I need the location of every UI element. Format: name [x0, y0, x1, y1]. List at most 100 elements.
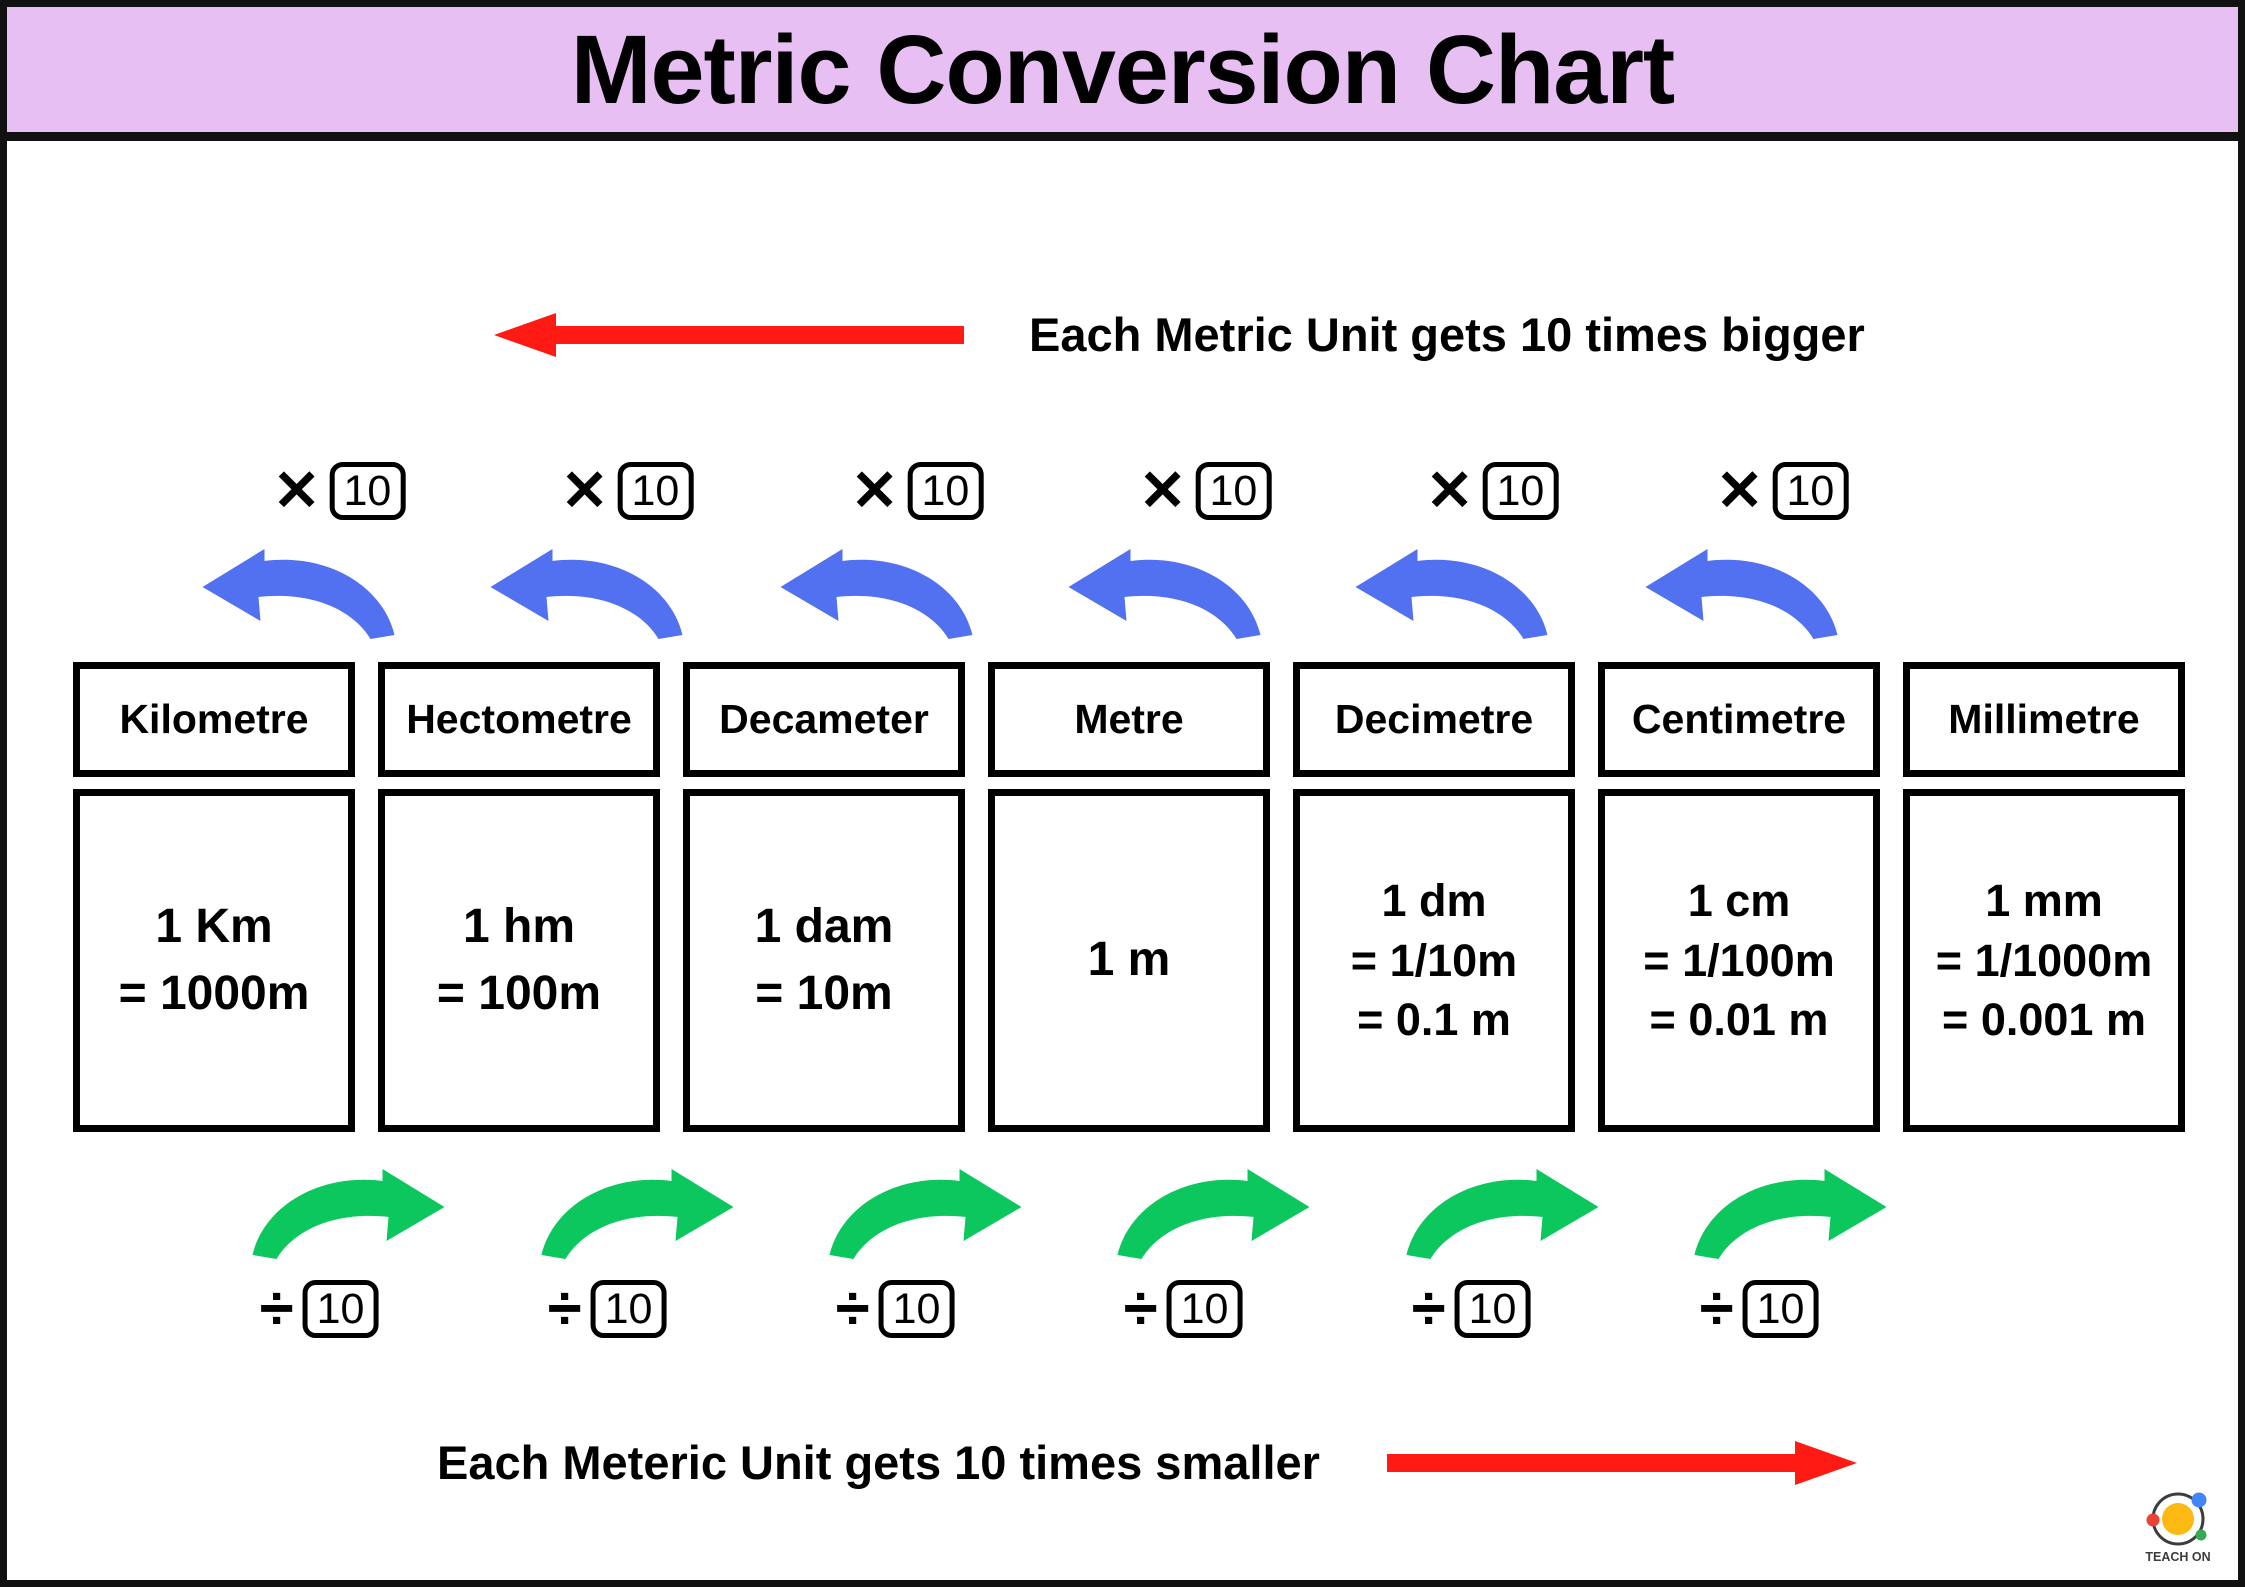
multiply-factor-box: 10	[907, 462, 984, 520]
unit-name-label: Metre	[1074, 696, 1184, 742]
unit-value-box: 1 dm = 1/10m = 0.1 m	[1293, 789, 1575, 1132]
unit-value-line: = 0.1 m	[1357, 994, 1511, 1046]
unit-value-line: = 1/1000m	[1935, 934, 2153, 986]
divide-factor-value: 10	[604, 1284, 653, 1333]
divide-factor-box: 10	[590, 1280, 667, 1338]
teach-on-logo-text: TEACH ON	[2145, 1550, 2210, 1564]
divide-marker-row: ÷ 10 ÷ 10 ÷ 10 ÷ 10 ÷ 10 ÷ 10	[7, 1272, 2238, 1346]
multiply-factor-box: 10	[1772, 462, 1849, 520]
divide-factor-box: 10	[1742, 1280, 1819, 1338]
bottom-note-row: Each Meteric Unit gets 10 times smaller	[7, 1427, 2238, 1507]
unit-value-line: 1 dam	[754, 900, 894, 954]
curved-arrow-left-icon	[490, 549, 683, 639]
title-banner: Metric Conversion Chart	[7, 7, 2238, 141]
unit-value-line: 1 hm	[462, 900, 576, 954]
unit-name-label: Millimetre	[1948, 696, 2140, 742]
divide-factor-box: 10	[1166, 1280, 1243, 1338]
divide-factor-value: 10	[1180, 1284, 1229, 1333]
multiply-factor-box: 10	[329, 462, 406, 520]
divide-sign-icon: ÷	[1411, 1274, 1446, 1343]
divide-marker: ÷ 10	[1412, 1272, 1531, 1346]
multiply-factor-value: 10	[631, 466, 680, 515]
curved-arrow-right-icon	[541, 1169, 734, 1259]
unit-column-centimetre: Centimetre 1 cm = 1/100m = 0.01 m	[1598, 662, 1880, 1132]
multiply-factor-box: 10	[617, 462, 694, 520]
multiply-sign-icon: ✕	[1715, 458, 1764, 523]
unit-value-line: = 1/100m	[1643, 934, 1835, 986]
teach-on-logo: TEACH ON	[2135, 1487, 2221, 1569]
unit-name-label: Decameter	[719, 696, 929, 742]
unit-value-line: = 0.01 m	[1649, 994, 1829, 1046]
multiply-factor-value: 10	[1209, 466, 1258, 515]
curved-arrow-right-icon	[1694, 1169, 1887, 1259]
curved-arrow-left-icon	[780, 549, 973, 639]
multiply-factor-box: 10	[1195, 462, 1272, 520]
unit-value-box: 1 mm = 1/1000m = 0.001 m	[1903, 789, 2185, 1132]
top-note-caption: Each Metric Unit gets 10 times bigger	[1029, 308, 1865, 361]
unit-column-millimetre: Millimetre 1 mm = 1/1000m = 0.001 m	[1903, 662, 2185, 1132]
unit-name-box: Hectometre	[378, 662, 660, 777]
multiply-factor-value: 10	[921, 466, 970, 515]
unit-value-box: 1 Km = 1000m	[73, 789, 355, 1132]
unit-name-box: Centimetre	[1598, 662, 1880, 777]
unit-value-line: = 0.001 m	[1942, 994, 2146, 1046]
unit-name-box: Kilometre	[73, 662, 355, 777]
divide-sign-icon: ÷	[547, 1274, 582, 1343]
unit-name-box: Decameter	[683, 662, 965, 777]
multiply-factor-box: 10	[1482, 462, 1559, 520]
unit-value-line: 1 Km	[155, 900, 273, 954]
divide-factor-box: 10	[1454, 1280, 1531, 1338]
multiply-sign-icon: ✕	[560, 458, 609, 523]
curved-arrow-left-icon	[1645, 549, 1838, 639]
multiply-sign-icon: ✕	[1425, 458, 1474, 523]
multiply-sign-icon: ✕	[850, 458, 899, 523]
multiply-factor-value: 10	[343, 466, 392, 515]
divide-factor-value: 10	[1468, 1284, 1517, 1333]
unit-value-box: 1 cm = 1/100m = 0.01 m	[1598, 789, 1880, 1132]
curved-arrow-left-icon	[1068, 549, 1261, 639]
red-left-arrow-icon	[494, 313, 964, 357]
unit-name-box: Decimetre	[1293, 662, 1575, 777]
metric-conversion-chart-poster: Metric Conversion Chart Each Metric Unit…	[0, 0, 2245, 1587]
unit-value-box: 1 m	[988, 789, 1270, 1132]
multiply-marker-row: ✕ 10 ✕ 10 ✕ 10 ✕ 10 ✕ 10 ✕ 10	[7, 454, 2238, 528]
unit-column-decimetre: Decimetre 1 dm = 1/10m = 0.1 m	[1293, 662, 1575, 1132]
unit-value-line: = 1/10m	[1350, 934, 1518, 986]
blue-arrow-row	[7, 547, 2238, 647]
unit-name-label: Decimetre	[1334, 696, 1534, 742]
multiply-sign-icon: ✕	[272, 458, 321, 523]
divide-sign-icon: ÷	[1699, 1274, 1734, 1343]
bottom-note-caption: Each Meteric Unit gets 10 times smaller	[437, 1436, 1320, 1489]
multiply-marker: ✕ 10	[1716, 454, 1849, 528]
multiply-marker: ✕ 10	[851, 454, 984, 528]
unit-value-line: 1 m	[1087, 933, 1171, 987]
multiply-marker: ✕ 10	[273, 454, 406, 528]
divide-factor-box: 10	[878, 1280, 955, 1338]
green-arrow-row	[7, 1167, 2238, 1267]
unit-column-decameter: Decameter 1 dam = 10m	[683, 662, 965, 1132]
unit-name-label: Centimetre	[1631, 696, 1847, 742]
divide-factor-value: 10	[316, 1284, 365, 1333]
divide-marker: ÷ 10	[260, 1272, 379, 1346]
top-note-row: Each Metric Unit gets 10 times bigger	[7, 295, 2238, 375]
teach-on-logo-icon: TEACH ON	[2145, 1492, 2211, 1564]
divide-factor-value: 10	[892, 1284, 941, 1333]
multiply-marker: ✕ 10	[561, 454, 694, 528]
curved-arrow-right-icon	[1406, 1169, 1599, 1259]
curved-arrow-right-icon	[1117, 1169, 1310, 1259]
unit-value-line: = 10m	[755, 966, 893, 1020]
divide-factor-box: 10	[302, 1280, 379, 1338]
curved-arrow-left-icon	[1355, 549, 1548, 639]
divide-sign-icon: ÷	[1123, 1274, 1158, 1343]
unit-name-label: Hectometre	[406, 696, 632, 742]
divide-sign-icon: ÷	[259, 1274, 294, 1343]
divide-marker: ÷ 10	[1124, 1272, 1243, 1346]
multiply-factor-value: 10	[1496, 466, 1545, 515]
divide-marker: ÷ 10	[548, 1272, 667, 1346]
unit-value-box: 1 hm = 100m	[378, 789, 660, 1132]
curved-arrow-right-icon	[829, 1169, 1022, 1259]
unit-value-line: = 1000m	[118, 966, 310, 1020]
curved-arrow-left-icon	[202, 549, 395, 639]
multiply-factor-value: 10	[1786, 466, 1835, 515]
unit-value-line: 1 cm	[1687, 874, 1791, 926]
